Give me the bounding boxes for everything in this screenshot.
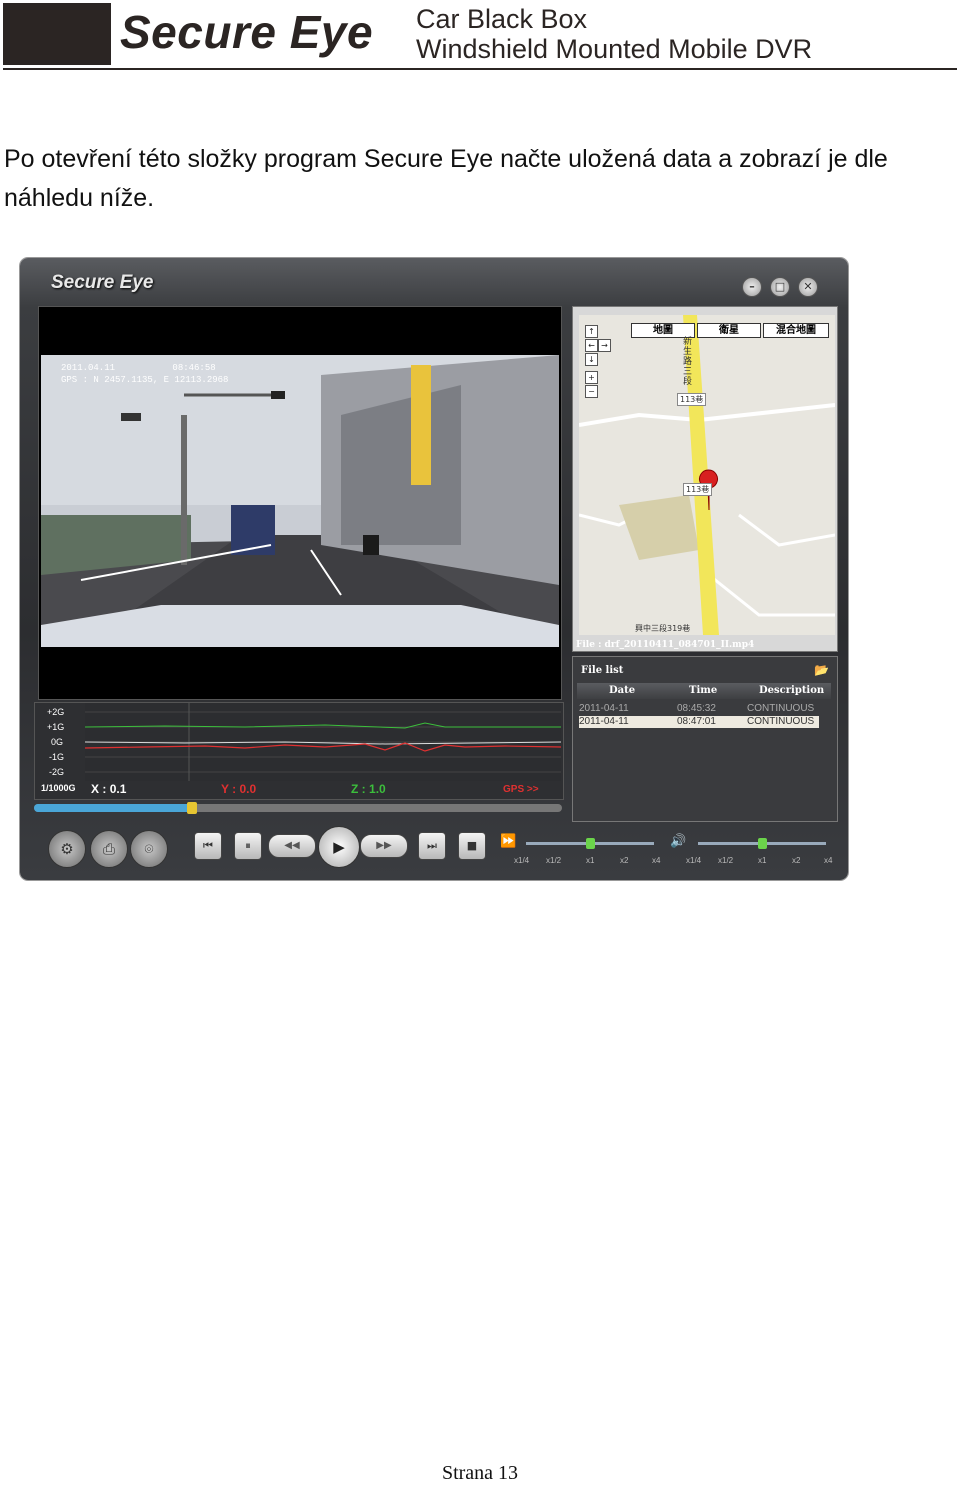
- app-title: Secure Eye: [51, 272, 154, 293]
- map-tab-map[interactable]: 地圖: [631, 323, 695, 338]
- osd-time: 08:46:58: [172, 363, 216, 373]
- map-zoom-in-icon[interactable]: +: [585, 371, 598, 384]
- file-list-row[interactable]: 2011-04-11 08:45:32 CONTINUOUS: [579, 703, 819, 715]
- map-pan-down-icon[interactable]: ↓: [585, 353, 598, 366]
- gsensor-x-label: X :: [91, 782, 107, 796]
- next-file-button[interactable]: ⏭: [418, 832, 446, 860]
- header-brand: Secure Eye: [120, 6, 374, 58]
- column-time[interactable]: Time: [689, 685, 717, 696]
- play-button[interactable]: ▶: [318, 826, 360, 868]
- gsensor-scale-label: +1G: [47, 722, 65, 732]
- map-pan-up-icon[interactable]: ↑: [585, 325, 598, 338]
- gsensor-z-label: Z :: [351, 782, 366, 796]
- gsensor-scale-label: -1G: [49, 752, 65, 762]
- gsensor-scale-label: +2G: [47, 707, 65, 717]
- gsensor-x-reading: X : 0.1: [91, 782, 126, 796]
- gear-icon[interactable]: ⚙: [48, 830, 86, 868]
- page-header: Secure Eye Car Black Box Windshield Moun…: [0, 0, 960, 72]
- speed-tick: x4: [652, 856, 661, 865]
- video-frame: [41, 355, 559, 647]
- printer-icon[interactable]: ⎙: [90, 830, 128, 868]
- gsensor-x-value: 0.1: [109, 782, 127, 796]
- volume-tick: x1/2: [718, 856, 734, 865]
- intro-text: Po otevření této složky program Secure E…: [4, 145, 888, 212]
- seek-handle[interactable]: [187, 802, 198, 814]
- header-sub-line2: Windshield Mounted Mobile DVR: [416, 34, 813, 64]
- rewind-button[interactable]: ◀◀: [268, 834, 316, 858]
- app-window: Secure Eye – □ ✕ 2011.04.11 08:46:58 GPS…: [20, 258, 848, 880]
- gsensor-unit: 1/1000G: [41, 783, 76, 793]
- file-list-panel: File list 📂 Date Time Description 2011-0…: [572, 656, 838, 822]
- map-panel[interactable]: 地圖 衛星 混合地圖 ↑ ← → ↓ + − 新生路三段 113巷 113巷 興…: [572, 306, 838, 652]
- volume-tick: x4: [824, 856, 833, 865]
- gsensor-y-reading: Y : 0.0: [221, 782, 256, 796]
- speed-slider-handle[interactable]: [586, 838, 595, 849]
- map-pan-left-icon[interactable]: ←: [585, 339, 598, 352]
- gsensor-scale-label: -2G: [49, 767, 65, 777]
- header-sub-line1: Car Black Box: [416, 4, 588, 34]
- camera-icon[interactable]: ⌾: [130, 830, 168, 868]
- volume-tick: x1: [758, 856, 767, 865]
- gsensor-panel: +2G +1G 0G -1G -2G 1/1000G X : 0.1 Y : 0…: [34, 702, 564, 800]
- map-tab-satellite[interactable]: 衛星: [697, 323, 761, 338]
- stop-button[interactable]: ■: [458, 832, 486, 860]
- volume-tick: x2: [792, 856, 801, 865]
- minimize-icon[interactable]: –: [742, 277, 762, 297]
- previous-file-button[interactable]: ⏮: [194, 832, 222, 860]
- speed-tick: x1: [586, 856, 595, 865]
- speed-tick: x1/4: [514, 856, 530, 865]
- row-date: 2011-04-11: [579, 716, 629, 727]
- file-list-header: Date Time Description: [577, 683, 831, 699]
- osd-line1: 2011.04.11 08:46:58: [61, 363, 216, 373]
- volume-icon[interactable]: 🔊: [670, 834, 686, 849]
- volume-slider[interactable]: [698, 838, 826, 849]
- row-description: CONTINUOUS: [747, 703, 815, 714]
- speed-slider[interactable]: [526, 838, 654, 849]
- volume-tick: x1/4: [686, 856, 702, 865]
- pause-button[interactable]: ⏸: [234, 832, 262, 860]
- gsensor-z-reading: Z : 1.0: [351, 782, 386, 796]
- map-road-label-1: 新生路三段: [683, 337, 693, 387]
- volume-slider-handle[interactable]: [758, 838, 767, 849]
- close-icon[interactable]: ✕: [798, 277, 818, 297]
- speed-tick: x1/2: [546, 856, 562, 865]
- column-description[interactable]: Description: [759, 685, 824, 696]
- map-road-label-3: 113巷: [683, 483, 713, 496]
- map-tab-hybrid[interactable]: 混合地圖: [763, 323, 829, 338]
- map-canvas[interactable]: [579, 315, 835, 635]
- speed-tick: x2: [620, 856, 629, 865]
- row-time: 08:47:01: [677, 716, 716, 727]
- gsensor-scale-label: 0G: [51, 737, 64, 747]
- maximize-icon[interactable]: □: [770, 277, 790, 297]
- page-number: Strana 13: [441, 1462, 519, 1484]
- gsensor-z-value: 1.0: [369, 782, 386, 796]
- folder-icon[interactable]: 📂: [814, 663, 829, 677]
- row-time: 08:45:32: [677, 703, 716, 714]
- map-road-label-4: 興中三段319巷: [635, 624, 691, 633]
- column-date[interactable]: Date: [609, 685, 635, 696]
- row-date: 2011-04-11: [579, 703, 629, 714]
- file-list-row-selected[interactable]: 2011-04-11 08:47:01 CONTINUOUS: [579, 716, 819, 728]
- gsensor-y-value: 0.0: [239, 782, 257, 796]
- map-pan-right-icon[interactable]: →: [598, 339, 611, 352]
- row-description: CONTINUOUS: [747, 716, 815, 727]
- osd-gps: GPS : N 2457.1135, E 12113.2968: [61, 375, 229, 385]
- header-divider: [3, 68, 957, 70]
- speed-icon: ⏩: [500, 834, 517, 849]
- gps-button[interactable]: GPS >>: [503, 784, 539, 795]
- gsensor-graph: [85, 703, 561, 781]
- osd-date: 2011.04.11: [61, 363, 116, 373]
- seek-progress: [34, 804, 193, 812]
- seek-bar[interactable]: [34, 802, 562, 814]
- fast-forward-button[interactable]: ▶▶: [360, 834, 408, 858]
- current-file-name: File : drf_20110411_084701_II.mp4: [576, 640, 755, 650]
- playback-controls: ⚙ ⎙ ⌾ ⏮ ⏸ ◀◀ ▶ ▶▶ ⏭ ■ ⏩ x1/4 x1/2 x1 x2 …: [34, 820, 834, 872]
- gsensor-y-label: Y :: [221, 782, 237, 796]
- header-logo-block: [3, 3, 111, 65]
- header-subtitle: Car Black Box Windshield Mounted Mobile …: [416, 4, 812, 64]
- map-road-label-2: 113巷: [677, 393, 707, 406]
- video-panel[interactable]: 2011.04.11 08:46:58 GPS : N 2457.1135, E…: [38, 306, 562, 700]
- map-zoom-out-icon[interactable]: −: [585, 385, 598, 398]
- file-list-title: File list: [581, 665, 624, 676]
